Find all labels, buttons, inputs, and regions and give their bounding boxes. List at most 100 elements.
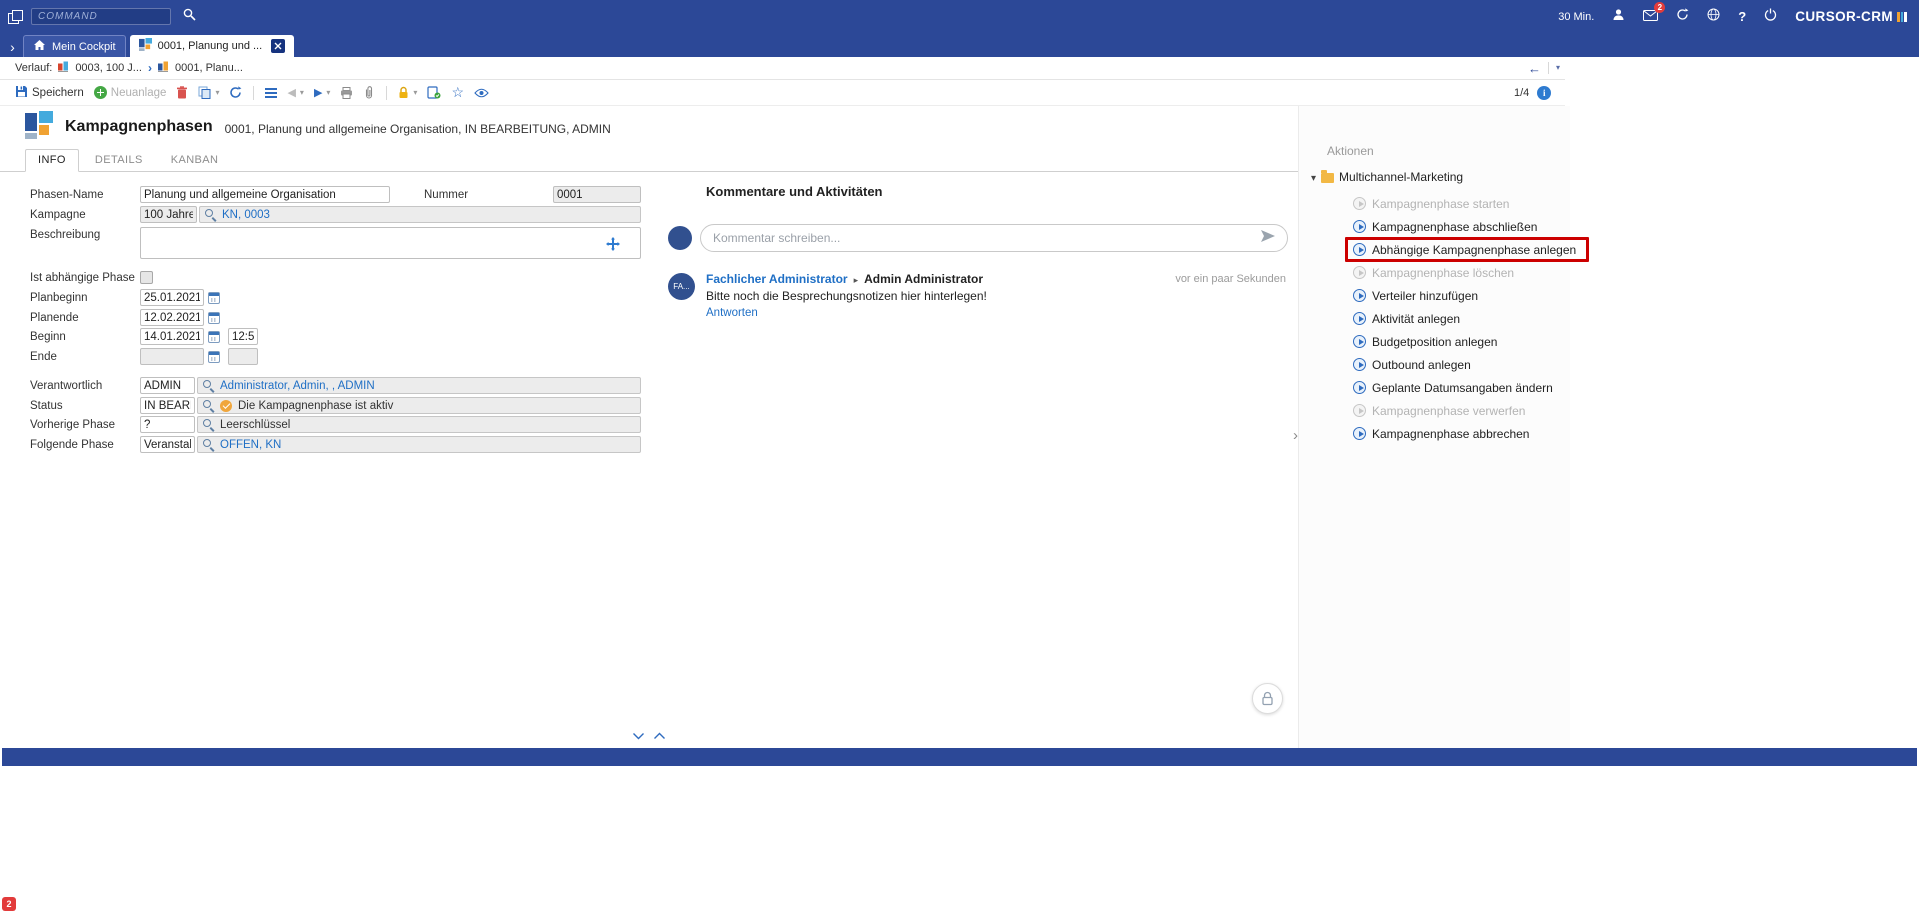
copy-button[interactable] [198, 86, 219, 99]
verantwortlich-input[interactable] [140, 377, 195, 394]
planbeginn-input[interactable] [140, 289, 204, 306]
comment-input[interactable] [713, 231, 1253, 245]
calendar-icon[interactable] [208, 312, 220, 324]
beginn-date-input[interactable] [140, 328, 204, 345]
status-label: Status [30, 400, 140, 412]
actions-group[interactable]: Multichannel-Marketing [1311, 170, 1463, 184]
kampagne-link[interactable]: KN, 0003 [222, 209, 270, 221]
lookup-search-icon[interactable] [203, 419, 214, 430]
reload-button[interactable] [229, 86, 242, 99]
lookup-search-icon[interactable] [203, 439, 214, 450]
comments-section: Kommentare und Aktivitäten FA... Fachlic… [668, 184, 1288, 321]
tab-mein-cockpit[interactable]: Mein Cockpit [23, 35, 126, 57]
phasen-name-input[interactable] [140, 186, 390, 203]
ist-abhaengig-checkbox[interactable] [140, 271, 153, 284]
move-handle-icon[interactable] [606, 237, 620, 254]
main-content: Phasen-Name Nummer Kampagne KN, 0003 Bes… [0, 172, 1298, 748]
user-icon[interactable] [1612, 8, 1625, 26]
folgende-phase-link[interactable]: OFFEN, KN [220, 439, 281, 451]
command-input[interactable] [31, 8, 171, 25]
status-text: Die Kampagnenphase ist aktiv [238, 400, 393, 412]
beginn-time-input[interactable] [228, 328, 258, 345]
action-geplante-datumsangaben-aendern[interactable]: Geplante Datumsangaben ändern [1353, 376, 1589, 399]
nummer-label: Nummer [424, 189, 553, 201]
menu-button[interactable] [265, 88, 277, 98]
action-kampagnenphase-abbrechen[interactable]: Kampagnenphase abbrechen [1353, 422, 1589, 445]
comment-target: Admin Administrator [864, 272, 983, 286]
chevron-down-icon[interactable] [300, 89, 304, 97]
chevron-up-icon[interactable] [653, 727, 666, 745]
command-search-icon[interactable] [183, 8, 196, 26]
tab-kanban[interactable]: KANBAN [159, 150, 231, 171]
page-subtitle: 0001, Planung und allgemeine Organisatio… [225, 118, 611, 136]
help-icon[interactable]: ? [1738, 9, 1746, 24]
chevron-right-icon [148, 61, 152, 75]
notification-badge[interactable]: 2 [2, 897, 16, 911]
mail-icon[interactable]: 2 [1643, 8, 1658, 26]
chevron-down-icon[interactable] [1556, 64, 1560, 72]
attachment-button[interactable] [363, 86, 375, 99]
next-record-button[interactable] [314, 86, 330, 99]
action-budgetposition-anlegen[interactable]: Budgetposition anlegen [1353, 330, 1589, 353]
tab-info[interactable]: INFO [25, 149, 79, 172]
action-kampagnenphase-abschliessen[interactable]: Kampagnenphase abschließen [1353, 215, 1589, 238]
action-label: Geplante Datumsangaben ändern [1372, 381, 1553, 395]
history-item[interactable]: 0003, 100 J... [75, 62, 142, 74]
chevron-down-icon[interactable] [413, 89, 417, 97]
print-button[interactable] [340, 87, 353, 99]
lookup-search-icon[interactable] [205, 209, 216, 220]
calendar-icon[interactable] [208, 351, 220, 363]
chevron-down-icon[interactable] [215, 89, 219, 97]
calendar-icon[interactable] [208, 292, 220, 304]
form-row-kampagne: Kampagne KN, 0003 [30, 206, 641, 223]
chevron-down-icon[interactable] [632, 727, 645, 745]
save-button[interactable]: Speichern [15, 85, 84, 101]
tree-caret-icon[interactable] [1311, 170, 1316, 184]
calendar-icon[interactable] [208, 331, 220, 343]
tab-details[interactable]: DETAILS [83, 150, 155, 171]
actions-title: Aktionen [1327, 144, 1374, 158]
logout-icon[interactable] [1764, 8, 1777, 26]
privacy-lock-button[interactable] [1252, 683, 1283, 714]
lock-button[interactable] [398, 86, 417, 99]
brand-group: CURSOR-CRM [1795, 9, 1907, 24]
lookup-search-icon[interactable] [203, 400, 214, 411]
chevron-down-icon[interactable] [326, 89, 330, 97]
brand-logo-icon [1897, 12, 1907, 22]
action-label: Kampagnenphase starten [1372, 197, 1509, 211]
tab-close-icon[interactable] [271, 39, 285, 53]
send-icon[interactable] [1261, 229, 1275, 247]
reply-link[interactable]: Antworten [706, 307, 758, 319]
play-icon [1353, 312, 1366, 325]
lookup-search-icon[interactable] [203, 380, 214, 391]
tab-kampagnenphase[interactable]: 0001, Planung und ... [130, 35, 295, 57]
planende-input[interactable] [140, 309, 204, 326]
sidebar-expander-icon[interactable] [4, 40, 21, 57]
delete-button[interactable] [176, 86, 188, 99]
refresh-icon[interactable] [1676, 8, 1689, 26]
folgende-phase-input[interactable] [140, 436, 195, 453]
vorherige-phase-lookup: Leerschlüssel [197, 416, 641, 433]
history-item[interactable]: 0001, Planu... [175, 62, 243, 74]
action-verteiler-hinzufuegen[interactable]: Verteiler hinzufügen [1353, 284, 1589, 307]
back-arrow-icon[interactable] [1528, 61, 1541, 76]
form-row-ende: Ende [30, 348, 641, 365]
nummer-input [553, 186, 641, 203]
kampagne-input[interactable] [140, 206, 197, 223]
next-icon [314, 86, 322, 99]
watch-button[interactable] [474, 88, 489, 98]
verantwortlich-link[interactable]: Administrator, Admin, , ADMIN [220, 380, 375, 392]
checkout-button[interactable] [427, 86, 441, 99]
favorite-button[interactable] [451, 85, 464, 100]
panel-collapse-icon[interactable] [1293, 428, 1298, 443]
action-outbound-anlegen[interactable]: Outbound anlegen [1353, 353, 1589, 376]
form-row-status: Status Die Kampagnenphase ist aktiv [30, 397, 641, 414]
beschreibung-input[interactable] [141, 228, 640, 258]
action-aktivitaet-anlegen[interactable]: Aktivität anlegen [1353, 307, 1589, 330]
globe-icon[interactable] [1707, 8, 1720, 26]
status-input[interactable] [140, 397, 195, 414]
comment-author-link[interactable]: Fachlicher Administrator [706, 272, 848, 286]
action-abhaengige-kampagnenphase-anlegen[interactable]: Abhängige Kampagnenphase anlegen [1345, 237, 1589, 262]
vorherige-phase-input[interactable] [140, 416, 195, 433]
info-icon[interactable]: i [1537, 86, 1551, 100]
